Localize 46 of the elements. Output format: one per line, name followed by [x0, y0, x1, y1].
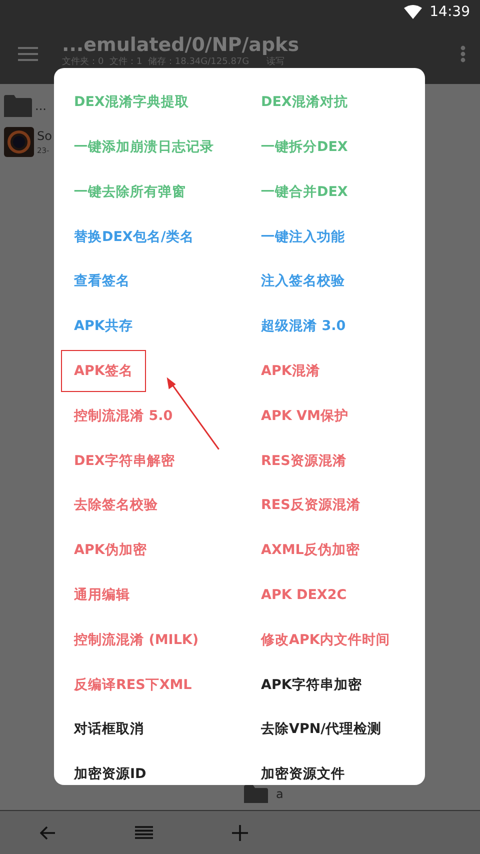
folder-icon	[4, 95, 32, 117]
back-arrow-icon[interactable]	[40, 826, 56, 840]
menu-item[interactable]: 一键添加崩溃日志记录	[74, 137, 214, 158]
wifi-icon	[404, 5, 422, 19]
file-name: So	[37, 128, 52, 146]
menu-item[interactable]: APK混淆	[261, 361, 320, 382]
menu-item[interactable]: 注入签名校验	[261, 271, 345, 292]
menu-item[interactable]: DEX混淆对抗	[261, 92, 348, 113]
menu-item[interactable]: 加密资源文件	[261, 764, 345, 784]
file-name: a	[276, 786, 284, 803]
clock: 14:39	[430, 2, 470, 22]
menu-item[interactable]: APK伪加密	[74, 540, 147, 560]
menu-item[interactable]: 通用编辑	[74, 585, 130, 606]
menu-item[interactable]: 加密资源ID	[74, 764, 146, 784]
menu-item[interactable]: RES资源混淆	[261, 450, 346, 471]
menu-item[interactable]: 替换DEX包名/类名	[74, 226, 194, 247]
menu-item[interactable]: 超级混淆 3.0	[261, 316, 346, 336]
menu-item[interactable]: 一键拆分DEX	[261, 137, 348, 158]
list-icon[interactable]	[135, 826, 153, 839]
menu-item[interactable]: 去除签名校验	[74, 495, 158, 516]
menu-item[interactable]: APK字符串加密	[261, 674, 362, 695]
menu-item[interactable]: 对话框取消	[74, 719, 144, 740]
menu-item[interactable]: RES反资源混淆	[261, 495, 360, 516]
folder-icon	[244, 785, 268, 803]
add-icon[interactable]	[232, 824, 248, 840]
menu-icon[interactable]	[18, 47, 38, 61]
app-icon	[4, 127, 34, 157]
menu-item[interactable]: APK DEX2C	[261, 585, 347, 606]
menu-item[interactable]: 一键注入功能	[261, 226, 345, 247]
menu-item[interactable]: AXML反伪加密	[261, 540, 360, 560]
menu-item[interactable]: APK共存	[74, 316, 133, 336]
menu-item[interactable]: DEX混淆字典提取	[74, 92, 189, 113]
menu-item[interactable]: 一键去除所有弹窗	[74, 182, 186, 202]
menu-item[interactable]: 去除VPN/代理检测	[261, 719, 382, 740]
menu-item[interactable]: 查看签名	[74, 271, 130, 292]
menu-item[interactable]: 控制流混淆 5.0	[74, 406, 173, 426]
file-name: ...	[35, 98, 46, 115]
menu-item[interactable]: DEX字符串解密	[74, 450, 175, 471]
menu-item[interactable]: APK签名	[62, 351, 145, 392]
menu-item[interactable]: 一键合并DEX	[261, 182, 348, 202]
menu-item[interactable]: 反编译RES下XML	[74, 674, 192, 695]
folder-path: ...emulated/0/NP/apks	[62, 34, 300, 56]
menu-item[interactable]: APK VM保护	[261, 406, 348, 426]
menu-item[interactable]: 控制流混淆 (MILK)	[74, 630, 199, 650]
more-icon[interactable]	[460, 45, 466, 63]
menu-item[interactable]: 修改APK内文件时间	[261, 630, 390, 650]
